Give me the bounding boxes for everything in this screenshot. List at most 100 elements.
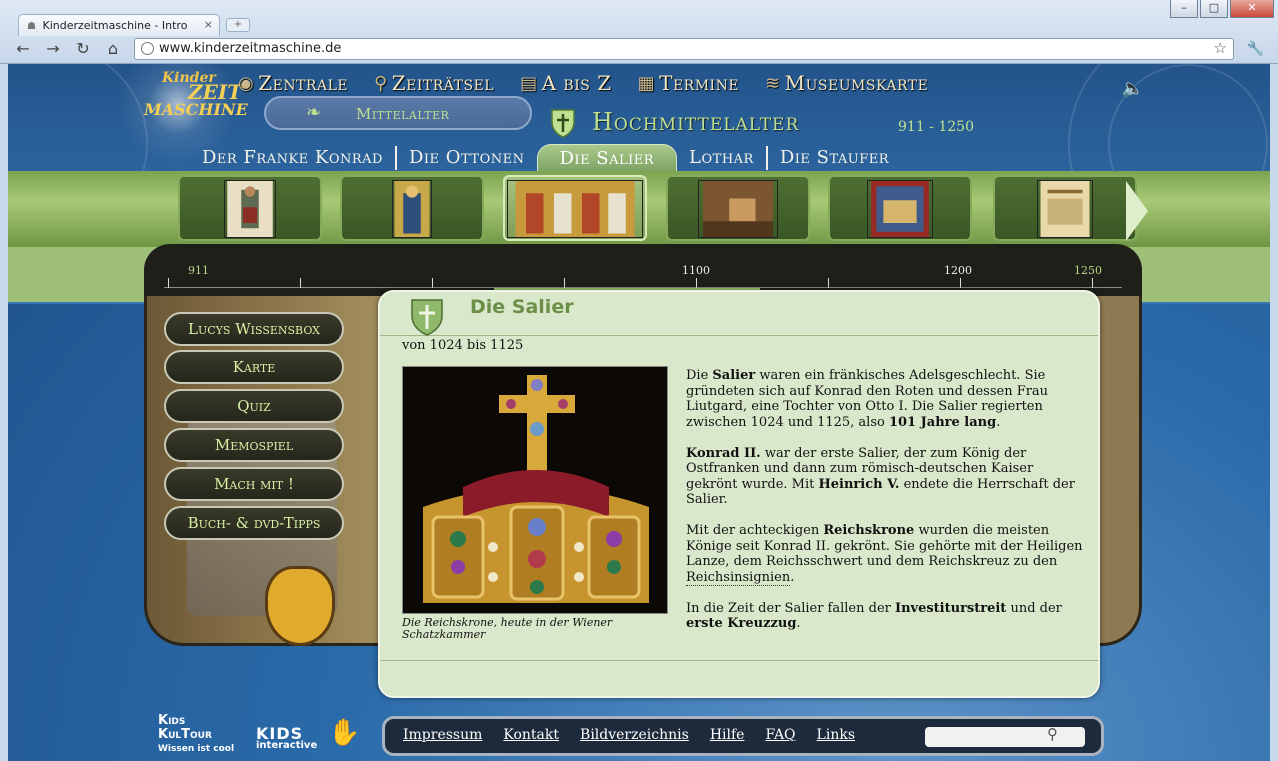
text-run: Mit der achteckigen bbox=[686, 523, 824, 538]
info-panel: Die Salier von 1024 bis 1125 Die Reichsk… bbox=[378, 290, 1100, 698]
leaf-icon: ❧ bbox=[306, 102, 322, 123]
text-bold: 101 Jahre lang bbox=[888, 414, 997, 430]
kinderzeitmaschine-logo[interactable]: Kinder ZEIT MASCHINE bbox=[138, 70, 248, 126]
nav-zentrale[interactable]: ◉ Zentrale bbox=[238, 71, 348, 95]
maximize-button[interactable]: □ bbox=[1200, 0, 1228, 18]
reichsinsignien-link[interactable]: Reichsinsignien bbox=[686, 569, 791, 586]
url-text: www.kinderzeitmaschine.de bbox=[159, 41, 342, 56]
minimize-button[interactable]: – bbox=[1170, 0, 1198, 18]
page-content: Kinder ZEIT MASCHINE ◉ Zentrale ⚲ Zeiträ… bbox=[8, 64, 1270, 761]
info-panel-header: Die Salier bbox=[380, 292, 1098, 336]
menu-karte-button[interactable]: Karte bbox=[164, 350, 344, 384]
reign-range: von 1024 bis 1125 bbox=[402, 338, 524, 353]
thumbnail-saint-figure bbox=[392, 180, 432, 238]
filmstrip-item[interactable] bbox=[828, 175, 972, 241]
menu-quiz-button[interactable]: Quiz bbox=[164, 389, 344, 423]
footer-link-faq[interactable]: FAQ bbox=[765, 727, 795, 743]
thumbnail-mosaic-figures bbox=[507, 180, 643, 238]
brand-text: interactive bbox=[256, 740, 318, 751]
footer-link-hilfe[interactable]: Hilfe bbox=[710, 727, 745, 743]
shield-icon bbox=[411, 299, 443, 336]
filmstrip-item-selected[interactable] bbox=[503, 175, 647, 241]
epoch-button-mittelalter[interactable]: ❧ Mittelalter bbox=[264, 96, 532, 130]
filmstrip-item[interactable] bbox=[993, 175, 1137, 241]
search-icon[interactable]: ⚲ bbox=[1047, 725, 1058, 743]
tab-close-icon[interactable]: × bbox=[204, 18, 213, 31]
info-text: Die Salier waren ein fränkisches Adelsge… bbox=[686, 368, 1086, 647]
epoch-label: Mittelalter bbox=[356, 105, 450, 123]
close-window-button[interactable]: ✕ bbox=[1230, 0, 1274, 18]
reload-button[interactable]: ↻ bbox=[72, 39, 94, 58]
back-button[interactable]: ← bbox=[12, 39, 34, 58]
text-bold: Investiturstreit bbox=[895, 600, 1007, 616]
footer-link-bildverzeichnis[interactable]: Bildverzeichnis bbox=[580, 727, 689, 743]
timeline-label-1200: 1200 bbox=[944, 264, 972, 277]
reichskrone-image bbox=[402, 366, 668, 614]
text-run: und der bbox=[1006, 600, 1062, 616]
timeline-tick bbox=[300, 278, 301, 288]
subnav-lothar[interactable]: Lothar bbox=[677, 146, 768, 170]
nav-a-bis-z[interactable]: ▤ A bis Z bbox=[520, 71, 611, 95]
address-bar[interactable]: www.kinderzeitmaschine.de ☆ bbox=[134, 38, 1234, 60]
dynasty-navigation: Der Franke Konrad Die Ottonen Die Salier… bbox=[190, 143, 901, 173]
text-bold: Konrad II. bbox=[686, 445, 761, 461]
brand-text: KulTour bbox=[158, 727, 212, 742]
menu-lucys-wissensbox-button[interactable]: Lucys Wissensbox bbox=[164, 312, 344, 346]
speaker-icon[interactable]: 🔈 bbox=[1122, 78, 1144, 99]
text-bold: Salier bbox=[712, 368, 756, 383]
nav-termine[interactable]: ▦ Termine bbox=[638, 71, 739, 95]
timeline[interactable]: 911 1100 1200 1250 bbox=[144, 244, 1142, 296]
filmstrip-item[interactable] bbox=[340, 175, 484, 241]
timeline-tick bbox=[1092, 278, 1093, 288]
era-years: 911 - 1250 bbox=[898, 119, 974, 135]
footer-links: Impressum Kontakt Bildverzeichnis Hilfe … bbox=[403, 727, 855, 743]
menu-memospiel-button[interactable]: Memospiel bbox=[164, 428, 344, 462]
magnifier-icon: ⚲ bbox=[374, 72, 388, 94]
home-button[interactable]: ⌂ bbox=[102, 39, 124, 58]
new-tab-button[interactable]: + bbox=[226, 18, 250, 32]
paragraph-reichskrone: Mit der achteckigen Reichskrone wurden d… bbox=[686, 523, 1086, 586]
browser-tab[interactable]: ☗ Kinderzeitmaschine - Intro × bbox=[18, 14, 220, 36]
paragraph-konrad: Konrad II. war der erste Salier, der zum… bbox=[686, 446, 1086, 508]
subnav-der-franke-konrad[interactable]: Der Franke Konrad bbox=[190, 146, 397, 170]
kids-interactive-logo[interactable]: KIDS interactive ✋ bbox=[256, 718, 360, 751]
thumbnail-castle-scene bbox=[698, 180, 778, 238]
paragraph-investiturstreit: In die Zeit der Salier fallen der Invest… bbox=[686, 601, 1086, 632]
nav-label: Termine bbox=[659, 71, 740, 95]
timeline-label-1100: 1100 bbox=[682, 264, 710, 277]
browser-chrome: ☗ Kinderzeitmaschine - Intro × + – □ ✕ ←… bbox=[0, 0, 1278, 64]
forward-button[interactable]: → bbox=[42, 39, 64, 58]
crown-illustration bbox=[403, 367, 667, 613]
text-run: Die bbox=[686, 368, 713, 383]
footer-link-impressum[interactable]: Impressum bbox=[403, 727, 482, 743]
menu-mach-mit-button[interactable]: Mach mit ! bbox=[164, 467, 344, 501]
nav-museumskarte[interactable]: ≋ Museumskarte bbox=[765, 71, 928, 95]
search-input[interactable] bbox=[925, 727, 1085, 747]
nav-label: Zeiträtsel bbox=[391, 71, 495, 95]
filmstrip-item[interactable] bbox=[178, 175, 322, 241]
thumbnail-battle-scene bbox=[867, 180, 933, 238]
subnav-die-staufer[interactable]: Die Staufer bbox=[768, 146, 901, 170]
subnav-die-ottonen[interactable]: Die Ottonen bbox=[397, 146, 537, 170]
text-run: . bbox=[796, 616, 801, 631]
wrench-menu-icon[interactable]: 🔧 bbox=[1247, 41, 1264, 57]
nav-label: A bis Z bbox=[541, 71, 612, 95]
filmstrip-item[interactable] bbox=[666, 175, 810, 241]
nav-zeitraetsel[interactable]: ⚲ Zeiträtsel bbox=[374, 71, 494, 95]
footer-link-kontakt[interactable]: Kontakt bbox=[503, 727, 559, 743]
text-bold: Heinrich V. bbox=[818, 476, 900, 492]
era-title: Hochmittelalter bbox=[592, 108, 800, 136]
bookmark-star-icon[interactable]: ☆ bbox=[1214, 39, 1227, 57]
shield-icon bbox=[551, 109, 575, 138]
image-filmstrip bbox=[8, 171, 1270, 247]
menu-buch-dvd-tipps-button[interactable]: Buch- & dvd-Tipps bbox=[164, 506, 344, 540]
globe-icon: ◉ bbox=[238, 72, 255, 94]
filmstrip-next-arrow[interactable] bbox=[1126, 181, 1148, 241]
kids-kultour-logo[interactable]: Kids KulTour Wissen ist cool bbox=[158, 714, 234, 756]
subnav-die-salier[interactable]: Die Salier bbox=[536, 143, 678, 173]
timeline-tick bbox=[432, 278, 433, 288]
footer-link-links[interactable]: Links bbox=[817, 727, 855, 743]
timeline-label-start: 911 bbox=[188, 264, 209, 277]
text-bold: Reichskrone bbox=[823, 523, 915, 538]
browser-toolbar: ← → ↻ ⌂ www.kinderzeitmaschine.de ☆ 🔧 bbox=[0, 36, 1278, 62]
